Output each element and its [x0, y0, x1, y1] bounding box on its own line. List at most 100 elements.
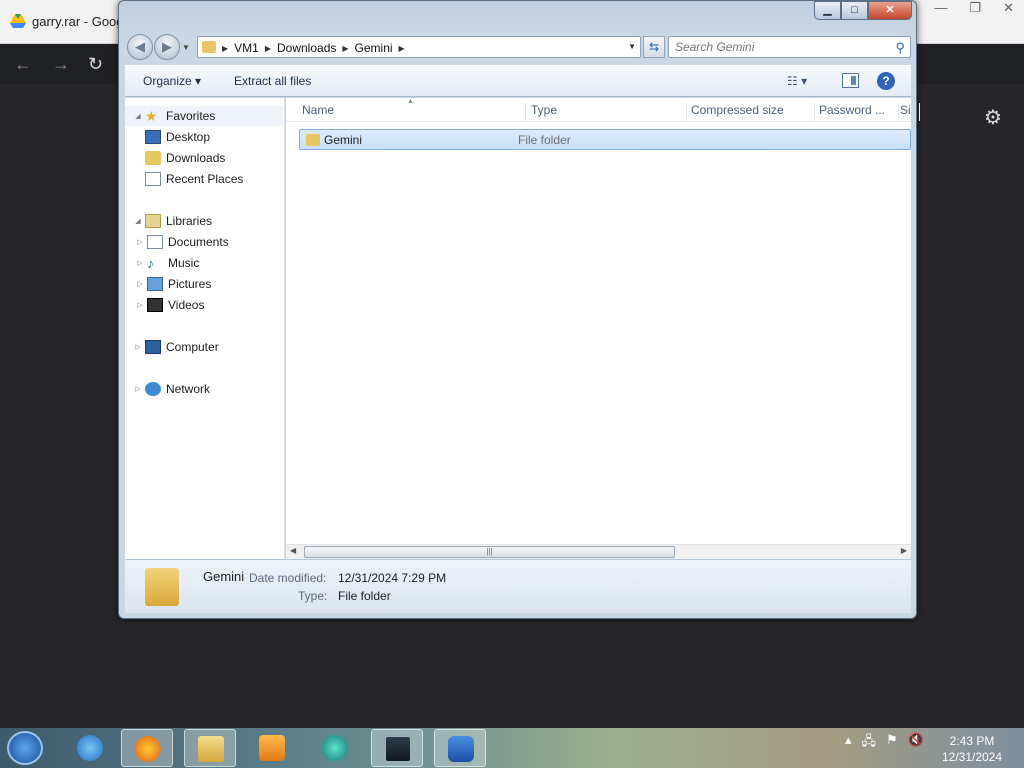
taskbar-app[interactable]	[309, 729, 361, 767]
chevron-right-icon[interactable]: ▶	[222, 44, 228, 53]
google-drive-icon	[10, 14, 26, 28]
start-button[interactable]	[7, 731, 43, 765]
taskbar-malwarebytes[interactable]	[434, 729, 486, 767]
show-hidden-icons-icon[interactable]: ▴	[845, 732, 852, 754]
browser-reload-icon[interactable]: ↻	[88, 54, 103, 75]
system-tray: ▴ 🖧 ⚑ 🔇	[845, 732, 924, 754]
search-input[interactable]	[675, 40, 885, 54]
browser-window-controls: — ❐ ✕	[934, 0, 1014, 16]
column-header-type[interactable]: Type	[531, 103, 687, 121]
back-button[interactable]: ◀	[127, 34, 153, 60]
expand-arrow-icon[interactable]: ▷	[133, 385, 143, 393]
nav-item-computer[interactable]: ▷ Computer	[125, 337, 283, 357]
flag-icon[interactable]: ⚑	[886, 732, 898, 754]
chevron-right-icon[interactable]: ▶	[265, 44, 271, 53]
nav-item-label: Favorites	[166, 109, 216, 123]
column-header-compressed-size[interactable]: Compressed size	[691, 103, 815, 121]
details-date-label: Date modified:	[249, 571, 327, 585]
gear-icon[interactable]: ⚙	[984, 105, 1002, 130]
breadcrumb: ▶ VM1 ▶ Downloads ▶ Gemini ▶	[222, 41, 405, 55]
scroll-right-arrow-icon[interactable]: ▶	[901, 546, 907, 555]
details-item-name: Gemini	[203, 569, 245, 584]
clock[interactable]: 2:43 PM 12/31/2024	[930, 733, 1014, 765]
scroll-left-arrow-icon[interactable]: ◀	[290, 546, 296, 555]
window-buttons: ▁ □ ✕	[814, 1, 912, 20]
nav-item-desktop[interactable]: Desktop	[125, 127, 283, 147]
nav-item-favorites[interactable]: ◢ ★ Favorites	[125, 106, 283, 126]
search-box: ⚲	[668, 36, 911, 58]
breadcrumb-item[interactable]: VM1	[234, 41, 259, 55]
taskbar-firefox[interactable]	[121, 729, 173, 767]
title-bar[interactable]: ▁ □ ✕	[119, 1, 916, 31]
details-type-label: Type:	[298, 589, 328, 603]
folder-icon	[145, 568, 179, 606]
nav-item-network[interactable]: ▷ Network	[125, 379, 283, 399]
documents-icon	[147, 235, 163, 249]
forward-button[interactable]: ▶	[154, 34, 180, 60]
browser-tab-title[interactable]: garry.rar - Googl	[32, 14, 126, 29]
browser-back-icon[interactable]: ←	[14, 54, 32, 75]
chat-bubble-icon	[322, 735, 348, 761]
preview-pane-icon[interactable]	[842, 73, 859, 88]
folder-icon	[306, 134, 320, 146]
chevron-right-icon[interactable]: ▶	[399, 44, 405, 53]
table-row[interactable]: Gemini File folder	[299, 129, 911, 150]
breadcrumb-item[interactable]: Gemini	[355, 41, 393, 55]
nav-item-libraries[interactable]: ◢ Libraries	[125, 211, 283, 231]
horizontal-scrollbar[interactable]: ◀ ||| ▶	[286, 544, 911, 559]
scrollbar-thumb[interactable]: |||	[304, 546, 675, 558]
taskbar-media-player[interactable]	[246, 729, 298, 767]
browser-close-icon[interactable]: ✕	[1003, 0, 1014, 16]
recent-pages-dropdown-icon[interactable]: ▼	[182, 43, 190, 52]
monitor-icon	[385, 736, 411, 762]
extract-all-files-button[interactable]: Extract all files	[234, 74, 311, 88]
maximize-button[interactable]: □	[841, 1, 868, 20]
browser-restore-icon[interactable]: ❐	[969, 0, 981, 16]
nav-item-label: Videos	[168, 298, 205, 312]
pictures-icon	[147, 277, 163, 291]
help-button[interactable]: ?	[877, 72, 895, 90]
nav-item-label: Downloads	[166, 151, 226, 165]
nav-item-label: Libraries	[166, 214, 213, 228]
column-header-name[interactable]: Name	[302, 103, 526, 121]
search-icon[interactable]: ⚲	[895, 40, 905, 56]
expand-arrow-icon[interactable]: ▷	[135, 238, 145, 246]
recent-places-icon	[145, 172, 161, 186]
expand-arrow-icon[interactable]: ▷	[135, 301, 145, 309]
browser-minimize-icon[interactable]: —	[934, 0, 947, 16]
details-pane: Gemini Date modified: 12/31/2024 7:29 PM…	[125, 559, 911, 613]
nav-item-music[interactable]: ▷ ♪ Music	[125, 253, 283, 273]
collapse-arrow-icon[interactable]: ◢	[133, 112, 143, 120]
nav-item-pictures[interactable]: ▷ Pictures	[125, 274, 283, 294]
nav-item-downloads[interactable]: Downloads	[125, 148, 283, 168]
address-dropdown-icon[interactable]: ▼	[628, 42, 636, 51]
browser-forward-icon[interactable]: →	[52, 54, 70, 75]
column-header-password[interactable]: Password ...	[819, 103, 899, 121]
collapse-arrow-icon[interactable]: ◢	[133, 217, 143, 225]
taskbar-windows-explorer[interactable]	[184, 729, 236, 767]
network-tray-icon[interactable]: 🖧	[862, 732, 877, 754]
clock-time: 2:43 PM	[949, 734, 995, 748]
nav-item-documents[interactable]: ▷ Documents	[125, 232, 283, 252]
column-header-size[interactable]: Si	[900, 103, 920, 121]
nav-item-label: Network	[166, 382, 211, 396]
expand-arrow-icon[interactable]: ▷	[135, 259, 145, 267]
address-bar[interactable]: ▶ VM1 ▶ Downloads ▶ Gemini ▶ ▼	[197, 36, 641, 58]
nav-item-recent-places[interactable]: Recent Places	[125, 169, 283, 189]
volume-muted-icon[interactable]: 🔇	[908, 732, 924, 754]
nav-item-videos[interactable]: ▷ Videos	[125, 295, 283, 315]
desktop-icon	[145, 130, 161, 144]
minimize-button[interactable]: ▁	[814, 1, 841, 20]
change-view-button[interactable]: ☷ ▾	[787, 74, 807, 88]
chevron-right-icon[interactable]: ▶	[342, 44, 348, 53]
nav-item-label: Recent Places	[166, 172, 244, 186]
taskbar-task-manager[interactable]	[371, 729, 423, 767]
expand-arrow-icon[interactable]: ▷	[133, 343, 143, 351]
breadcrumb-item[interactable]: Downloads	[277, 41, 336, 55]
close-button[interactable]: ✕	[868, 1, 912, 20]
taskbar-internet-explorer[interactable]	[64, 729, 116, 767]
media-player-icon	[259, 735, 285, 761]
expand-arrow-icon[interactable]: ▷	[135, 280, 145, 288]
organize-button[interactable]: Organize ▾	[143, 74, 201, 88]
refresh-button[interactable]: ⇆	[643, 36, 665, 58]
